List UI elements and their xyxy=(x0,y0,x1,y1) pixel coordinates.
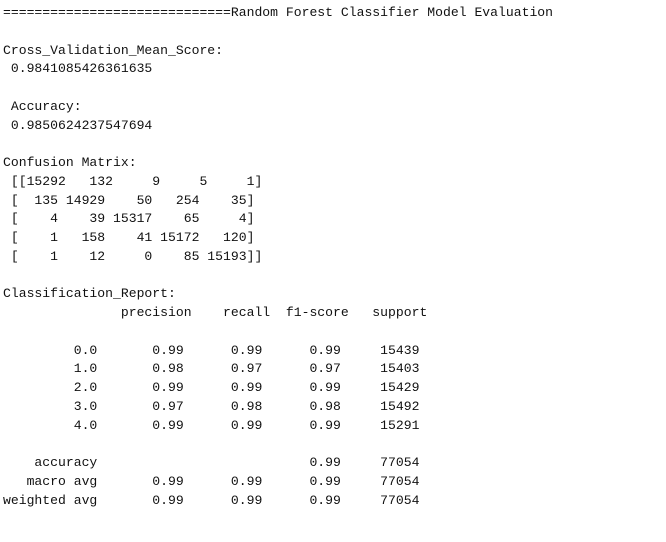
confusion-matrix-row: [ 135 14929 50 254 35] xyxy=(3,192,255,208)
report-class-row: 4.0 0.99 0.99 0.99 15291 xyxy=(3,417,420,433)
confusion-matrix-row: [ 1 12 0 85 15193]] xyxy=(3,248,263,264)
cv-score-label: Cross_Validation_Mean_Score: xyxy=(3,42,224,58)
confusion-matrix-row: [[15292 132 9 5 1] xyxy=(3,173,263,189)
classification-report-label: Classification_Report: xyxy=(3,286,176,302)
accuracy-label: Accuracy: xyxy=(3,98,82,114)
report-class-row: 0.0 0.99 0.99 0.99 15439 xyxy=(3,342,420,358)
cv-score-value: 0.9841085426361635 xyxy=(3,61,153,77)
accuracy-value: 0.9850624237547694 xyxy=(3,117,153,133)
report-class-row: 1.0 0.98 0.97 0.97 15403 xyxy=(3,361,420,377)
confusion-matrix-row: [ 1 158 41 15172 120] xyxy=(3,230,255,245)
report-accuracy-row: accuracy 0.99 77054 xyxy=(3,455,420,470)
console-output: =============================Random Fore… xyxy=(3,4,553,510)
evaluation-header-line: =============================Random Fore… xyxy=(3,5,554,20)
confusion-matrix-label: Confusion Matrix: xyxy=(3,155,137,170)
report-class-row: 3.0 0.97 0.98 0.98 15492 xyxy=(3,398,420,414)
report-weighted-avg-row: weighted avg 0.99 0.99 0.99 77054 xyxy=(3,492,420,508)
report-class-row: 2.0 0.99 0.99 0.99 15429 xyxy=(3,380,420,395)
report-macro-avg-row: macro avg 0.99 0.99 0.99 77054 xyxy=(3,473,420,489)
confusion-matrix-row: [ 4 39 15317 65 4] xyxy=(3,211,255,227)
report-header-row: precision recall f1-score support xyxy=(3,305,428,320)
